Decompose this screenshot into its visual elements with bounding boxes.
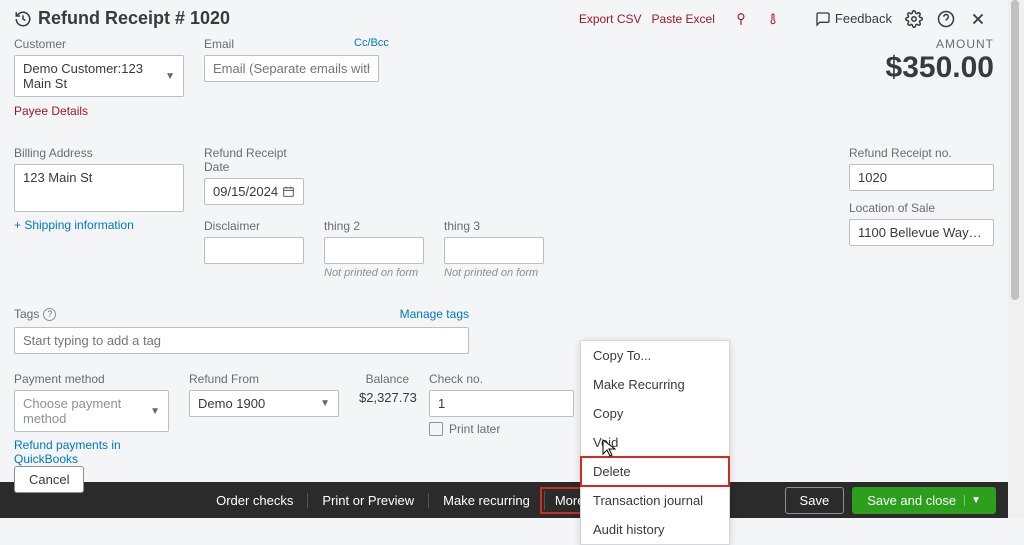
close-icon[interactable] <box>968 9 988 29</box>
history-icon[interactable] <box>14 10 32 28</box>
scrollbar-thumb[interactable] <box>1011 0 1019 300</box>
save-button[interactable]: Save <box>785 487 845 514</box>
print-later-label: Print later <box>449 422 500 436</box>
payee-details-link[interactable]: Payee Details <box>14 104 88 118</box>
receipt-date-label: Refund Receipt Date <box>204 146 304 174</box>
paste-excel-link[interactable]: Paste Excel <box>652 12 715 26</box>
gear-icon[interactable] <box>904 9 924 29</box>
refund-from-label: Refund From <box>189 372 339 386</box>
refund-qb-link[interactable]: Refund payments in QuickBooks <box>14 438 169 466</box>
save-close-button[interactable]: Save and close▼ <box>852 487 996 514</box>
thing3-label: thing 3 <box>444 219 544 233</box>
tags-help-icon[interactable]: ? <box>43 308 56 321</box>
customer-label: Customer <box>14 37 184 51</box>
print-preview-link[interactable]: Print or Preview <box>307 493 428 508</box>
cc-bcc-link[interactable]: Cc/Bcc <box>354 37 389 55</box>
make-recurring-link[interactable]: Make recurring <box>428 493 544 508</box>
billing-address[interactable]: 123 Main St <box>14 164 184 212</box>
help-icon[interactable] <box>936 9 956 29</box>
disclaimer-input[interactable] <box>204 237 304 264</box>
balance-value: $2,327.73 <box>359 390 409 405</box>
menu-copy[interactable]: Copy <box>581 399 729 428</box>
email-label: Email <box>204 37 234 51</box>
refund-from-select[interactable]: Demo 1900▼ <box>189 390 339 417</box>
menu-audit-history[interactable]: Audit history <box>581 515 729 544</box>
print-later-checkbox[interactable] <box>429 422 443 436</box>
disclaimer-label: Disclaimer <box>204 219 304 233</box>
calendar-icon <box>282 185 295 198</box>
amount-value: $350.00 <box>886 51 994 85</box>
chevron-down-icon[interactable]: ▼ <box>964 495 981 506</box>
thing3-input[interactable] <box>444 237 544 264</box>
customer-select[interactable]: Demo Customer:123 Main St▼ <box>14 55 184 97</box>
billing-label: Billing Address <box>14 146 184 160</box>
thing2-input[interactable] <box>324 237 424 264</box>
menu-copy-to[interactable]: Copy To... <box>581 341 729 370</box>
menu-delete[interactable]: Delete <box>581 457 729 486</box>
check-no-input[interactable] <box>429 390 574 417</box>
receipt-no-label: Refund Receipt no. <box>849 146 994 160</box>
thing2-note: Not printed on form <box>324 267 424 279</box>
shipping-link[interactable]: + Shipping information <box>14 218 184 232</box>
footer-bar: Cancel Order checks Print or Preview Mak… <box>0 482 1008 518</box>
balance-label: Balance <box>359 372 409 386</box>
email-input[interactable] <box>204 55 379 82</box>
location-input[interactable] <box>849 219 994 246</box>
check-no-label: Check no. <box>429 372 574 386</box>
amount-label: AMOUNT <box>886 37 994 51</box>
receipt-no-input[interactable] <box>849 164 994 191</box>
location-label: Location of Sale <box>849 201 994 215</box>
menu-make-recurring[interactable]: Make Recurring <box>581 370 729 399</box>
page-title: Refund Receipt # 1020 <box>14 8 230 29</box>
thing2-label: thing 2 <box>324 219 424 233</box>
tags-input[interactable] <box>14 327 469 354</box>
receipt-date-input[interactable]: 09/15/2024 <box>204 178 304 205</box>
manage-tags-link[interactable]: Manage tags <box>400 307 469 321</box>
payment-method-label: Payment method <box>14 372 169 386</box>
cancel-button[interactable]: Cancel <box>14 466 84 493</box>
pin-icon[interactable] <box>731 9 751 29</box>
menu-transaction-journal[interactable]: Transaction journal <box>581 486 729 515</box>
cursor-icon <box>601 438 619 458</box>
order-checks-link[interactable]: Order checks <box>202 493 307 508</box>
tags-label: Tags ? <box>14 307 56 321</box>
thing3-note: Not printed on form <box>444 267 544 279</box>
thermometer-icon[interactable] <box>763 9 783 29</box>
export-csv-link[interactable]: Export CSV <box>579 12 642 26</box>
payment-method-select[interactable]: Choose payment method▼ <box>14 390 169 432</box>
feedback-button[interactable]: Feedback <box>815 11 892 27</box>
scrollbar[interactable] <box>1008 0 1024 518</box>
